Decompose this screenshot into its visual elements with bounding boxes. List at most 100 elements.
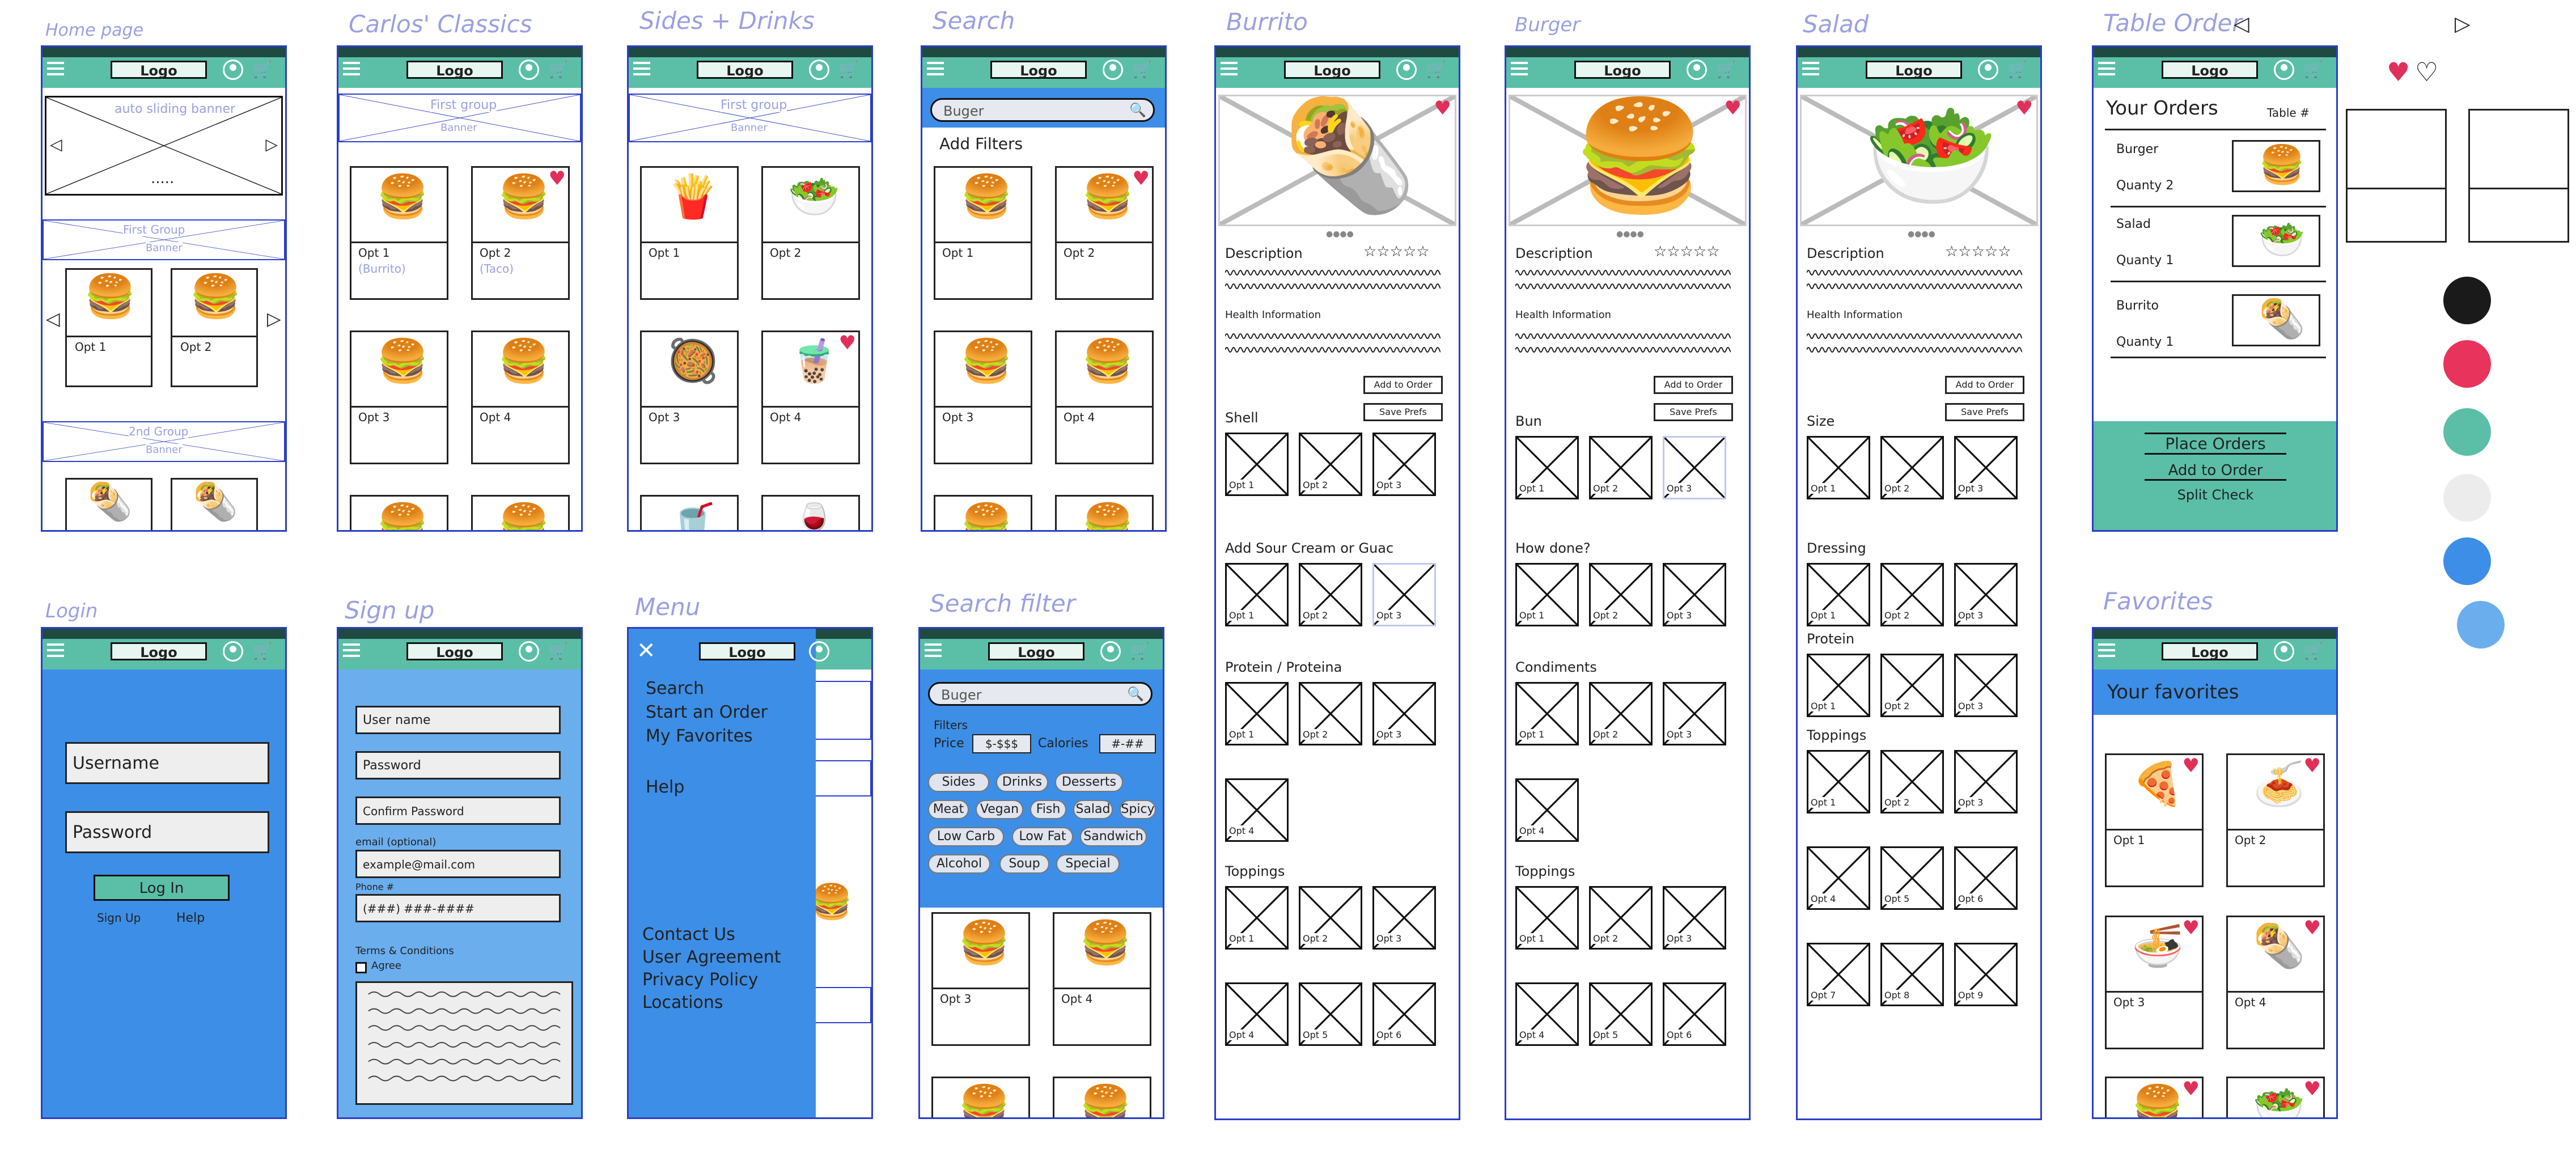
product-card[interactable]: 🍝 ♥ Opt 2 <box>2226 753 2325 887</box>
product-card[interactable]: 🌯 ♥ Opt 4 <box>2226 916 2325 1049</box>
option-box[interactable]: Opt 3 <box>1954 654 2018 717</box>
save-prefs-button[interactable]: Save Prefs <box>1945 403 2024 421</box>
cart-icon[interactable]: 🛒 <box>548 643 568 659</box>
hamburger-menu-icon[interactable] <box>47 643 64 658</box>
hamburger-menu-icon[interactable] <box>927 62 944 77</box>
favorite-heart-icon[interactable]: ♥ <box>1434 99 1451 118</box>
menu-footer-contact[interactable]: Contact Us <box>642 925 735 944</box>
option-box[interactable]: Opt 6 <box>1954 846 2018 910</box>
filter-chip[interactable]: Fish <box>1030 800 1066 819</box>
account-icon[interactable] <box>1978 60 1998 80</box>
cart-icon[interactable]: 🛒 <box>2007 62 2027 78</box>
favorite-heart-icon[interactable]: ♥ <box>549 169 566 188</box>
option-box[interactable]: Opt 2 <box>1589 682 1653 745</box>
product-card[interactable]: 🍔 Opt 1 (Burrito) <box>350 166 448 300</box>
option-box[interactable]: Opt 2 <box>1589 563 1653 626</box>
help-link[interactable]: Help <box>176 911 205 925</box>
product-card[interactable]: 🥗 Opt 2 <box>761 166 860 300</box>
product-card[interactable]: 🍔 Opt 1 <box>65 268 152 387</box>
account-icon[interactable] <box>223 60 243 80</box>
option-box[interactable]: Opt 3 <box>1372 682 1436 745</box>
add-filters-link[interactable]: Add Filters <box>939 134 1023 153</box>
option-box[interactable]: Opt 2 <box>1880 436 1944 499</box>
product-card[interactable]: 🍔 <box>1055 495 1154 530</box>
product-card[interactable]: 🧋 ♥ Opt 4 <box>761 330 860 464</box>
confirm-password-field[interactable]: Confirm Password <box>355 796 561 825</box>
account-icon[interactable] <box>1687 60 1707 80</box>
filter-chip[interactable]: Low Carb <box>928 827 1004 846</box>
prev-arrow-icon[interactable]: ◁ <box>2234 12 2249 36</box>
login-button[interactable]: Log In <box>94 875 230 901</box>
username-field[interactable]: Username <box>65 742 269 784</box>
filter-chip[interactable]: Special <box>1056 854 1120 874</box>
option-box[interactable]: Opt 3 <box>1663 886 1726 950</box>
option-box[interactable]: Opt 5 <box>1299 982 1362 1046</box>
add-to-order-button[interactable]: Add to Order <box>2145 462 2286 481</box>
cart-icon[interactable]: 🛒 <box>1132 62 1152 78</box>
carousel-prev-icon[interactable]: ◁ <box>46 308 60 329</box>
option-box[interactable]: Opt 6 <box>1372 982 1436 1046</box>
menu-item-help[interactable]: Help <box>646 777 684 797</box>
option-box[interactable]: Opt 5 <box>1880 846 1944 910</box>
option-box[interactable]: Opt 3 <box>1372 886 1436 950</box>
favorite-heart-icon[interactable]: ♥ <box>1133 169 1150 188</box>
add-to-order-button[interactable]: Add to Order <box>1363 376 1443 394</box>
filter-chip[interactable]: Vegan <box>976 800 1023 819</box>
cart-icon[interactable]: 🛒 <box>548 62 568 78</box>
option-box[interactable]: Opt 2 <box>1299 563 1362 626</box>
save-prefs-button[interactable]: Save Prefs <box>1654 403 1733 421</box>
option-box[interactable]: Opt 3 <box>1372 563 1436 626</box>
option-box[interactable]: Opt 2 <box>1299 682 1362 745</box>
search-icon[interactable]: 🔍 <box>1129 102 1146 118</box>
option-box[interactable]: Opt 1 <box>1807 750 1870 813</box>
hamburger-menu-icon[interactable] <box>47 62 64 77</box>
cart-icon[interactable]: 🛒 <box>2303 62 2323 78</box>
option-box[interactable]: Opt 2 <box>1880 750 1944 813</box>
account-icon[interactable] <box>809 641 829 662</box>
favorite-heart-icon[interactable]: ♥ <box>2304 756 2321 776</box>
terms-text-box[interactable] <box>355 981 573 1105</box>
search-icon[interactable]: 🔍 <box>1127 686 1144 702</box>
agree-checkbox[interactable] <box>355 962 367 973</box>
product-card[interactable]: 🥘 Opt 3 <box>640 330 739 464</box>
banner-prev-icon[interactable]: ◁ <box>50 135 62 154</box>
password-field[interactable]: Password <box>65 811 269 853</box>
option-box[interactable]: Opt 3 <box>1954 750 2018 813</box>
cart-icon[interactable]: 🛒 <box>252 643 272 659</box>
signup-link[interactable]: Sign Up <box>97 911 141 925</box>
product-card[interactable]: 🍔 Opt 1 <box>934 166 1032 300</box>
filter-chip[interactable]: Spicy <box>1120 800 1156 819</box>
product-card[interactable]: 🍔 Opt 3 <box>931 912 1030 1046</box>
product-card[interactable]: 🥤 <box>640 495 739 530</box>
option-box[interactable]: Opt 9 <box>1954 943 2018 1006</box>
option-box[interactable]: Opt 3 <box>1663 682 1726 745</box>
account-icon[interactable] <box>1396 60 1417 80</box>
phone-field[interactable]: (###) ###-#### <box>355 894 561 922</box>
product-card[interactable]: 🍔 Opt 4 <box>1055 330 1154 464</box>
place-orders-button[interactable]: Place Orders <box>2145 433 2286 455</box>
favorite-heart-icon[interactable]: ♥ <box>839 333 856 353</box>
hamburger-menu-icon[interactable] <box>1511 62 1528 77</box>
second-group-banner[interactable]: 2nd Group Banner <box>43 421 285 462</box>
option-box[interactable]: Opt 4 <box>1225 982 1289 1046</box>
account-icon[interactable] <box>519 641 539 662</box>
favorite-heart-icon[interactable]: ♥ <box>2183 1079 2200 1099</box>
add-to-order-button[interactable]: Add to Order <box>1945 376 2024 394</box>
option-box[interactable]: Opt 3 <box>1954 563 2018 626</box>
cart-icon[interactable]: 🛒 <box>1426 62 1446 78</box>
product-card[interactable]: 🍔 Opt 2 <box>171 268 258 387</box>
first-group-banner[interactable]: First group Banner <box>629 94 871 142</box>
calories-select[interactable]: #-## <box>1099 734 1156 753</box>
filter-chip[interactable]: Meat <box>928 800 969 819</box>
option-box[interactable]: Opt 2 <box>1880 563 1944 626</box>
menu-item-favorites[interactable]: My Favorites <box>646 726 753 746</box>
option-box[interactable]: Opt 3 <box>1663 436 1726 499</box>
product-card[interactable]: 🌯 <box>65 478 152 530</box>
product-card[interactable]: 🍔 ♥ Opt 2 <box>1055 166 1154 300</box>
price-select[interactable]: $-$$$ <box>972 734 1031 753</box>
option-box[interactable]: Opt 1 <box>1807 436 1870 499</box>
option-box[interactable]: Opt 4 <box>1225 778 1289 842</box>
option-box[interactable]: Opt 7 <box>1807 943 1870 1006</box>
first-group-banner[interactable]: First group Banner <box>338 94 581 142</box>
account-icon[interactable] <box>1100 641 1121 662</box>
